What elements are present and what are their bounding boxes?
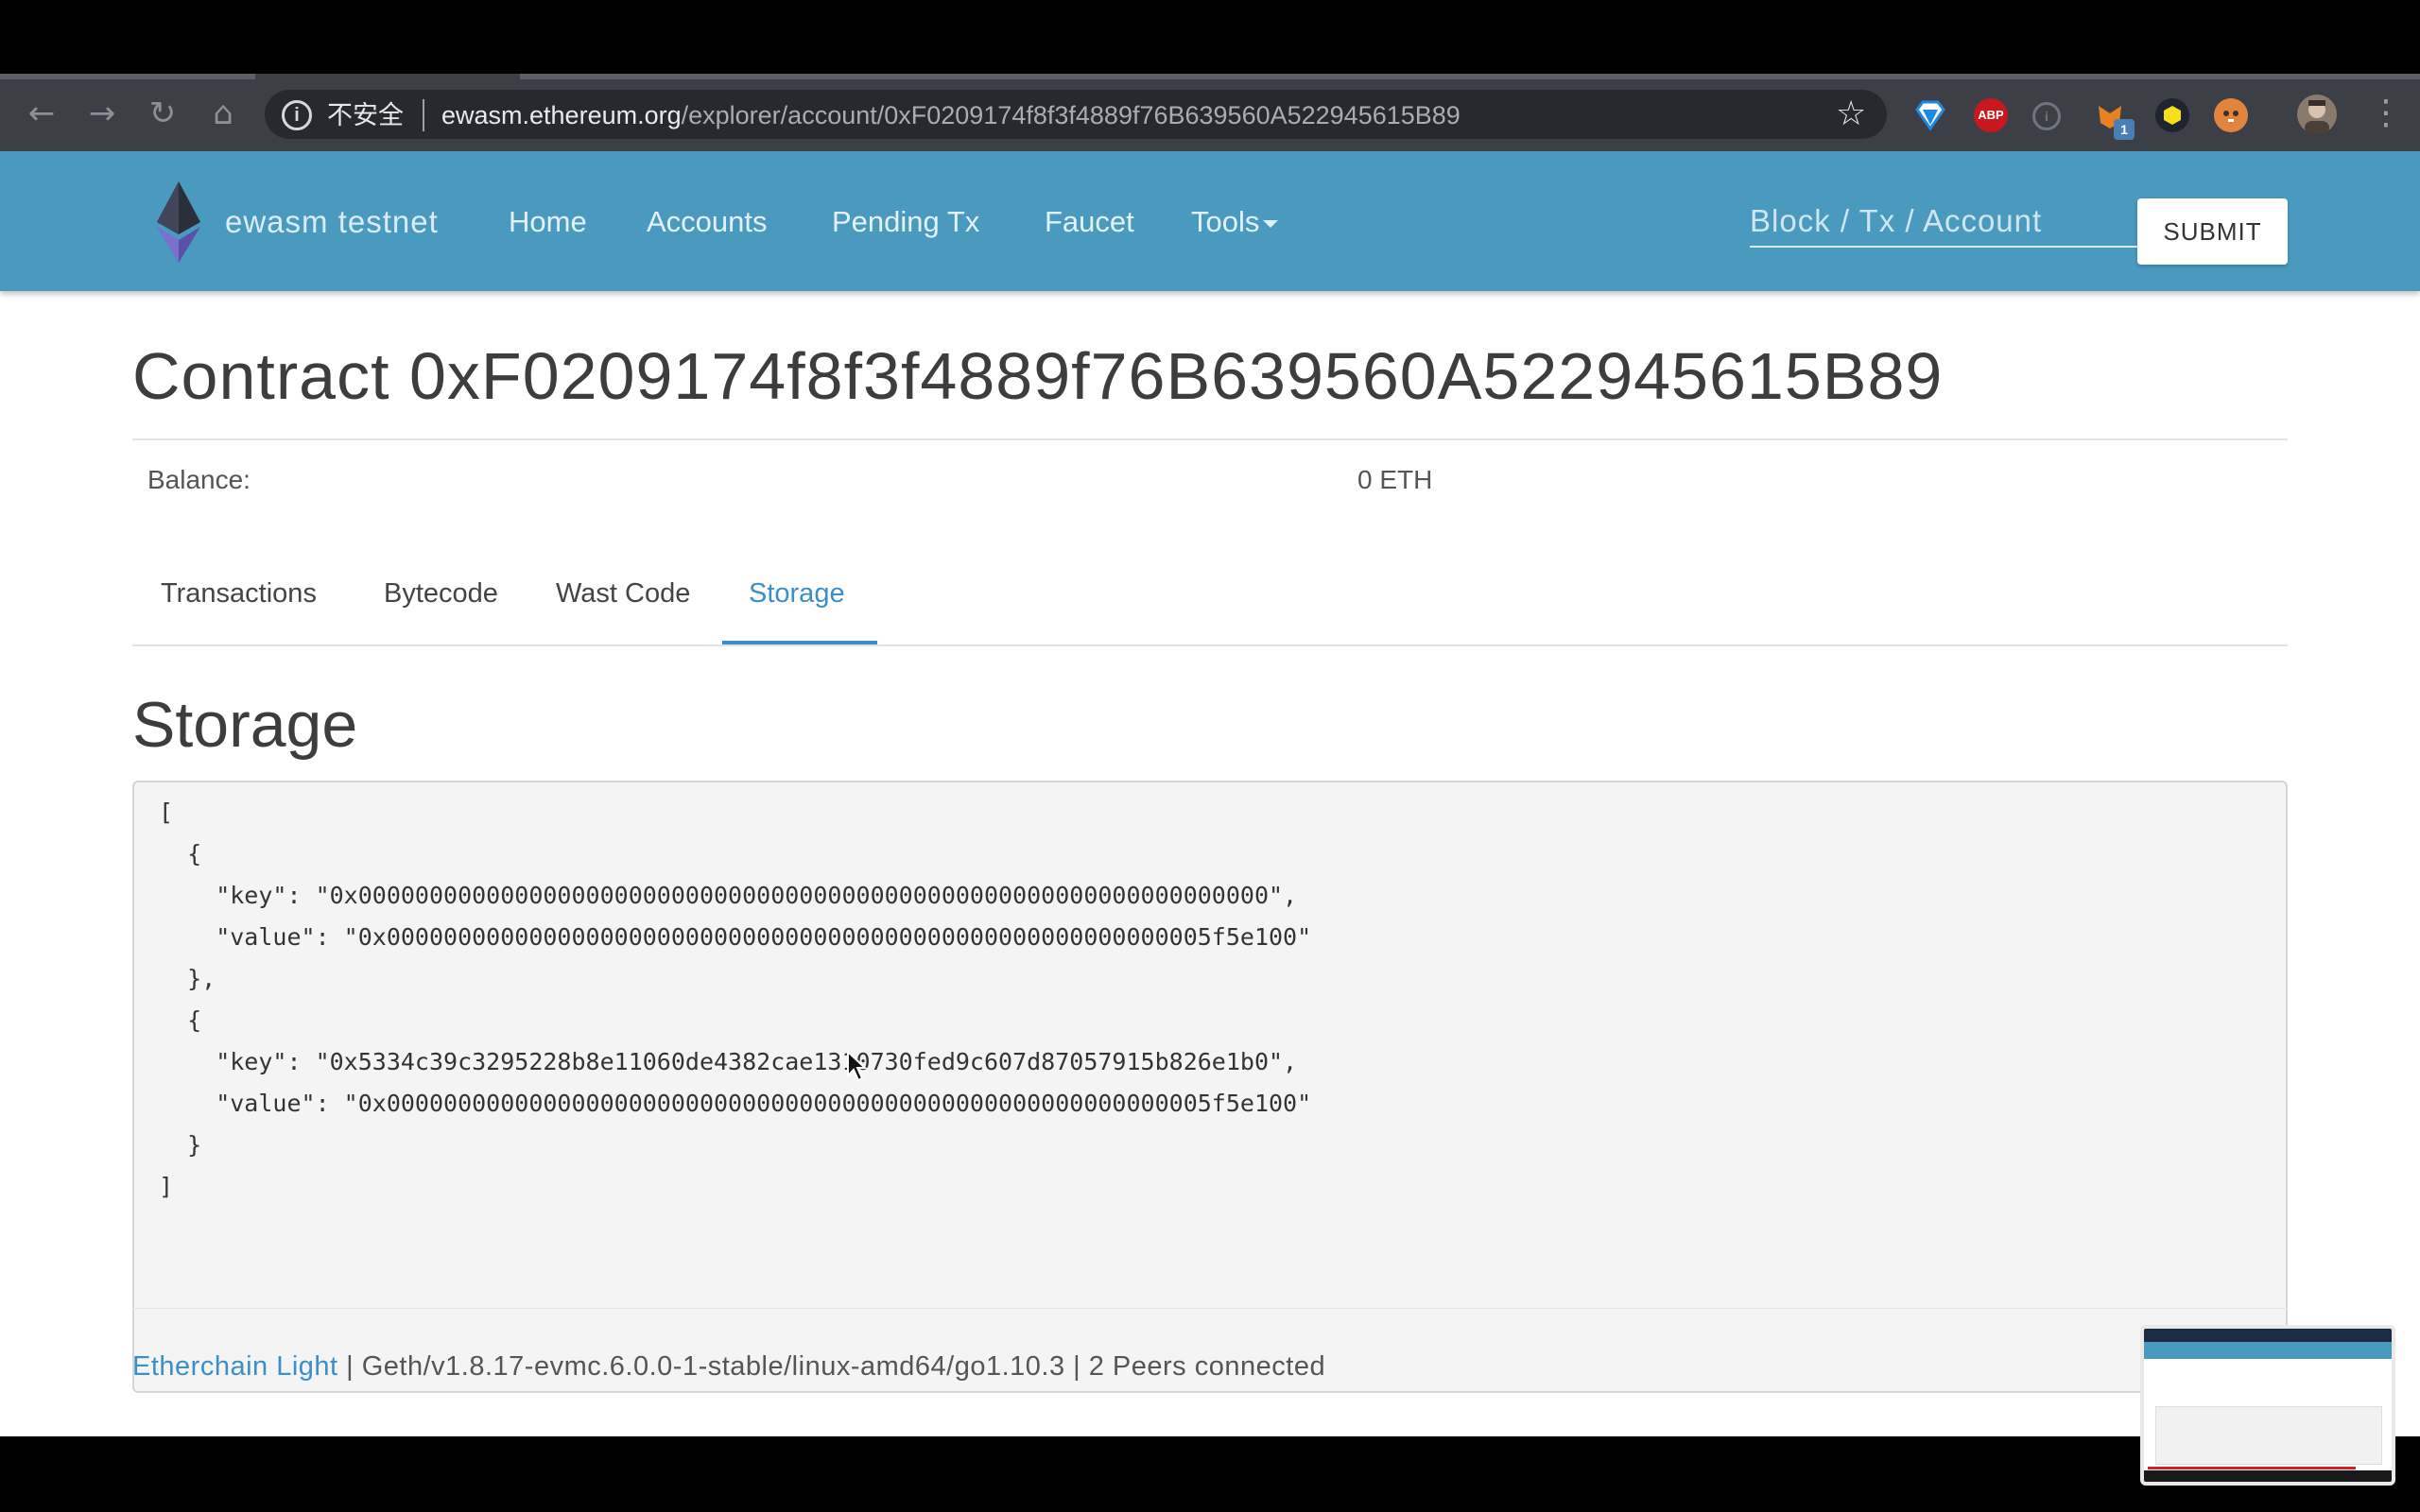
hex-extension-icon[interactable] <box>2155 98 2189 132</box>
video-letterbox-bottom <box>0 1436 2420 1512</box>
page-title: Contract 0xF0209174f8f3f4889f76B639560A5… <box>132 339 1944 413</box>
browser-menu-icon[interactable]: ⋮ <box>2369 94 2403 132</box>
back-icon[interactable]: ← <box>23 94 60 132</box>
nav-pending-tx[interactable]: Pending Tx <box>832 205 979 239</box>
thumbnail-progress-bar <box>2148 1467 2356 1469</box>
url-path: /explorer/account/0xF0209174f8f3f4889f76… <box>681 101 1461 129</box>
url-host: ewasm.ethereum.org <box>441 101 682 129</box>
nav-tools-dropdown[interactable]: Tools <box>1191 205 1279 239</box>
browser-tab-strip <box>0 74 2420 79</box>
metamask-badge: 1 <box>2114 119 2135 140</box>
search-field <box>1750 197 2137 248</box>
video-letterbox-top <box>0 0 2420 74</box>
web-page: ewasm testnet Home Accounts Pending Tx F… <box>0 151 2420 1436</box>
tab-bytecode[interactable]: Bytecode <box>384 578 498 610</box>
reload-icon[interactable]: ↻ <box>144 94 182 132</box>
thumbnail-controls <box>2144 1470 2392 1482</box>
video-thumbnail-preview[interactable] <box>2140 1325 2395 1486</box>
tab-storage[interactable]: Storage <box>749 578 845 610</box>
security-label[interactable]: 不安全 <box>327 96 404 134</box>
balance-label: Balance: <box>147 465 251 494</box>
tabs-divider <box>132 644 2288 646</box>
site-info-icon[interactable]: i <box>282 100 312 130</box>
tab-transactions[interactable]: Transactions <box>161 578 317 610</box>
browser-active-tab[interactable] <box>255 74 520 79</box>
brave-tiger-icon[interactable] <box>2214 98 2248 132</box>
balance-value: 0 ETH <box>1357 465 1433 494</box>
account-tabs: Transactions Bytecode Wast Code Storage <box>132 567 2288 646</box>
thumbnail-storage-box <box>2155 1406 2382 1465</box>
nav-accounts[interactable]: Accounts <box>647 205 768 239</box>
tab-wast-code[interactable]: Wast Code <box>556 578 690 610</box>
nav-faucet[interactable]: Faucet <box>1045 205 1134 239</box>
storage-code-block[interactable]: [ { "key": "0x00000000000000000000000000… <box>132 781 2288 1393</box>
nav-home[interactable]: Home <box>509 205 587 239</box>
ethereum-logo-icon[interactable] <box>153 180 204 265</box>
caret-down-icon <box>1263 219 1279 228</box>
thumbnail-navbar <box>2144 1342 2392 1359</box>
address-separator <box>423 99 424 131</box>
address-url[interactable]: ewasm.ethereum.org/explorer/account/0xF0… <box>441 96 1461 134</box>
bookmark-star-icon[interactable]: ☆ <box>1836 94 1866 134</box>
bitwarden-icon[interactable] <box>1913 98 1947 132</box>
info-extension-icon[interactable]: i <box>2032 102 2061 130</box>
footer: Etherchain Light | Geth/v1.8.17-evmc.6.0… <box>132 1351 1325 1383</box>
home-icon[interactable]: ⌂ <box>204 94 242 132</box>
adblock-plus-icon[interactable]: ABP <box>1974 98 2008 132</box>
submit-button[interactable]: SUBMIT <box>2137 198 2288 265</box>
title-divider <box>132 438 2288 440</box>
footer-text: | Geth/v1.8.17-evmc.6.0.0-1-stable/linux… <box>337 1351 1326 1382</box>
site-brand[interactable]: ewasm testnet <box>225 204 439 240</box>
thumbnail-top-bar <box>2144 1329 2392 1342</box>
nav-tools-label: Tools <box>1191 205 1260 238</box>
forward-icon[interactable]: → <box>83 94 121 132</box>
profile-avatar[interactable] <box>2297 94 2337 134</box>
storage-json: [ { "key": "0x00000000000000000000000000… <box>159 799 1312 1200</box>
site-navbar: ewasm testnet Home Accounts Pending Tx F… <box>0 151 2420 291</box>
footer-divider <box>132 1308 2288 1309</box>
footer-etherchain-link[interactable]: Etherchain Light <box>132 1351 338 1382</box>
section-title: Storage <box>132 689 358 761</box>
search-input[interactable] <box>1750 197 2137 246</box>
